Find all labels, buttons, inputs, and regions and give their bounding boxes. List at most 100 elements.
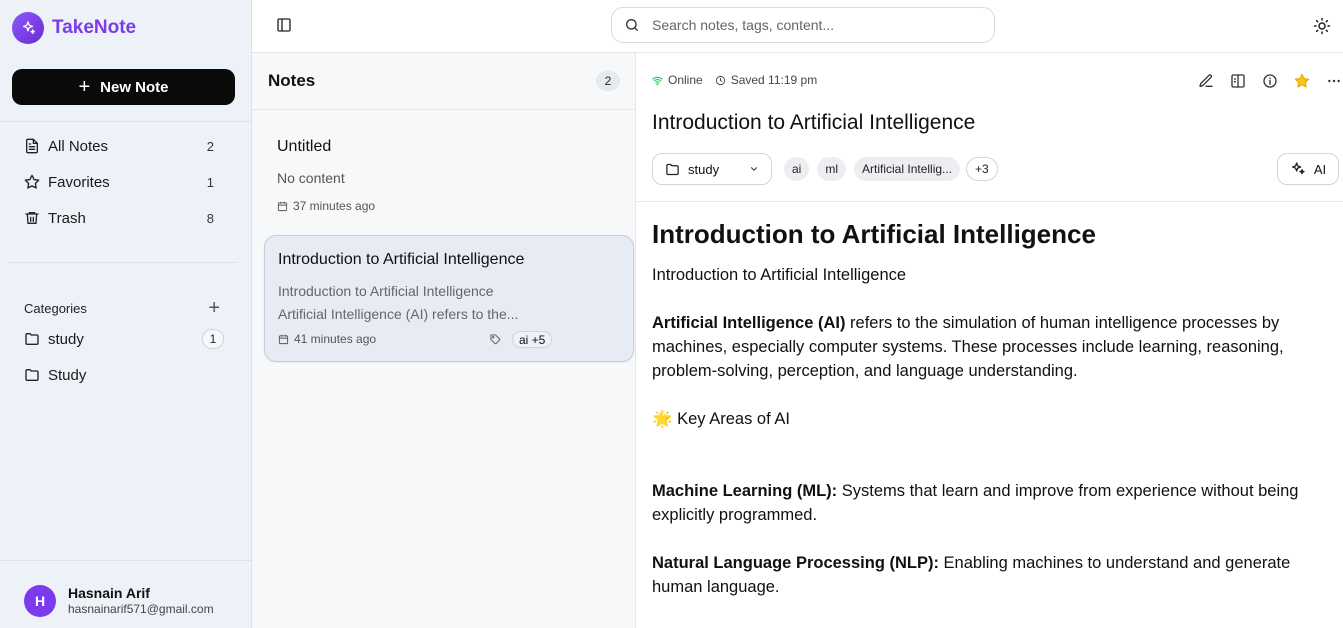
content-paragraph-ml: Machine Learning (ML): Systems that lear… xyxy=(652,479,1332,527)
notes-title: Notes xyxy=(268,71,316,90)
nav-count: 8 xyxy=(206,210,214,226)
edit-button[interactable] xyxy=(1190,72,1222,90)
content-paragraph-nlp: Natural Language Processing (NLP): Enabl… xyxy=(652,551,1332,599)
note-tags: ai +5 xyxy=(490,331,553,348)
file-text-icon xyxy=(26,138,38,154)
category-select[interactable]: study xyxy=(652,153,772,185)
ml-term: Machine Learning (ML): xyxy=(652,482,838,500)
user-name: Hasnain Arif xyxy=(68,585,150,601)
note-card-untitled[interactable]: Untitled No content 37 minutes ago xyxy=(264,136,634,216)
chevron-down-icon xyxy=(750,167,758,171)
sun-icon[interactable] xyxy=(1313,17,1331,35)
more-tags-badge[interactable]: +3 xyxy=(966,157,998,181)
star-filled-icon xyxy=(1294,73,1310,88)
category-label: Study xyxy=(48,366,87,384)
divider xyxy=(636,201,1343,202)
new-note-label: New Note xyxy=(100,78,169,96)
note-title: Untitled xyxy=(277,138,332,155)
more-options-button[interactable] xyxy=(1318,72,1343,90)
saved-status: Saved 11:19 pm xyxy=(715,73,818,87)
calendar-icon xyxy=(277,201,288,211)
more-horizontal-icon xyxy=(1328,79,1340,83)
split-view-button[interactable] xyxy=(1222,72,1254,90)
pencil-icon xyxy=(1199,74,1213,87)
nav-count: 1 xyxy=(206,174,214,190)
category-item-study-2[interactable]: Study xyxy=(24,363,224,387)
category-label: study xyxy=(48,330,84,348)
divider xyxy=(0,560,252,561)
notes-count-badge: 2 xyxy=(596,71,620,91)
key-areas-heading: 🌟 Key Areas of AI xyxy=(652,410,790,428)
notes-panel: Notes 2 Untitled No content 37 minutes a… xyxy=(252,53,636,628)
note-time: 37 minutes ago xyxy=(293,199,376,213)
categories-title: Categories xyxy=(24,300,87,316)
tag-artificial-intelligence[interactable]: Artificial Intellig... xyxy=(854,157,961,181)
editor: Online Saved 11:19 pm study ai xyxy=(636,53,1343,628)
info-button[interactable] xyxy=(1254,72,1286,90)
plus-icon: + xyxy=(78,76,91,98)
add-category-icon[interactable]: + xyxy=(208,298,220,318)
tag-ai[interactable]: ai xyxy=(784,157,810,181)
search-icon xyxy=(626,19,638,31)
categories-header: Categories + xyxy=(24,298,220,318)
saved-label: Saved 11:19 pm xyxy=(730,73,818,87)
panel-left-icon[interactable] xyxy=(276,17,292,33)
note-time: 41 minutes ago xyxy=(294,332,377,346)
brand[interactable]: TakeNote xyxy=(12,12,136,44)
wifi-icon xyxy=(652,76,663,85)
note-meta-row: study ai ml Artificial Intellig... +3 AI xyxy=(652,153,1339,185)
note-card-intro-ai[interactable]: Introduction to Artificial Intelligence … xyxy=(264,235,634,362)
nav-count: 2 xyxy=(206,138,214,154)
avatar: H xyxy=(24,585,56,617)
nlp-term: Natural Language Processing (NLP): xyxy=(652,554,939,572)
online-status: Online xyxy=(652,73,703,87)
folder-icon xyxy=(25,369,39,381)
tag-chip: ai +5 xyxy=(512,331,553,348)
note-preview: No content xyxy=(277,170,345,186)
notes-header: Notes 2 xyxy=(252,53,636,110)
content-intro: Introduction to Artificial Intelligence xyxy=(652,266,907,284)
content-heading: Introduction to Artificial Intelligence xyxy=(652,219,1096,249)
nav-label: All Notes xyxy=(48,137,109,155)
category-item-study[interactable]: study 1 xyxy=(24,327,224,351)
search-input[interactable] xyxy=(652,17,972,33)
user-profile[interactable]: H Hasnain Arif hasnainarif571@gmail.com xyxy=(24,585,214,617)
search-bar[interactable] xyxy=(611,7,995,43)
note-title: Introduction to Artificial Intelligence xyxy=(278,251,525,268)
info-icon xyxy=(1263,74,1277,88)
note-preview-line-2: Artificial Intelligence (AI) refers to t… xyxy=(278,306,519,322)
trash-icon xyxy=(25,212,39,224)
ai-term: Artificial Intelligence (AI) xyxy=(652,314,846,332)
tag-ml[interactable]: ml xyxy=(817,157,847,181)
tag-icon xyxy=(490,334,501,345)
status-row: Online Saved 11:19 pm xyxy=(652,73,817,87)
divider xyxy=(8,262,238,263)
split-view-icon xyxy=(1231,74,1245,88)
online-label: Online xyxy=(668,73,703,87)
sparkles-icon xyxy=(1291,162,1305,175)
sidebar: TakeNote + New Note All Notes 2 Favorite… xyxy=(0,0,252,628)
calendar-icon xyxy=(278,334,289,344)
ai-button[interactable]: AI xyxy=(1277,153,1339,185)
sparkles-logo-icon xyxy=(12,12,44,44)
nav-favorites[interactable]: Favorites 1 xyxy=(24,170,224,194)
note-preview-line-1: Introduction to Artificial Intelligence xyxy=(278,283,494,299)
top-bar xyxy=(252,0,1343,53)
brand-name: TakeNote xyxy=(52,17,137,38)
folder-icon xyxy=(666,163,679,175)
favorite-button[interactable] xyxy=(1286,72,1318,90)
folder-icon xyxy=(25,333,39,345)
nav-all-notes[interactable]: All Notes 2 xyxy=(24,134,224,158)
star-icon xyxy=(24,174,40,189)
clock-icon xyxy=(715,75,725,85)
note-title-input[interactable] xyxy=(652,110,1342,136)
new-note-button[interactable]: + New Note xyxy=(12,69,235,105)
nav-label: Favorites xyxy=(48,173,110,191)
note-content[interactable]: Introduction to Artificial Intelligence … xyxy=(652,217,1332,623)
note-meta: 41 minutes ago xyxy=(278,332,376,346)
category-select-value: study xyxy=(688,161,720,177)
ai-label: AI xyxy=(1313,161,1327,177)
content-paragraph-ai: Artificial Intelligence (AI) refers to t… xyxy=(652,311,1332,383)
editor-toolbar xyxy=(1190,72,1343,90)
nav-trash[interactable]: Trash 8 xyxy=(24,206,224,230)
